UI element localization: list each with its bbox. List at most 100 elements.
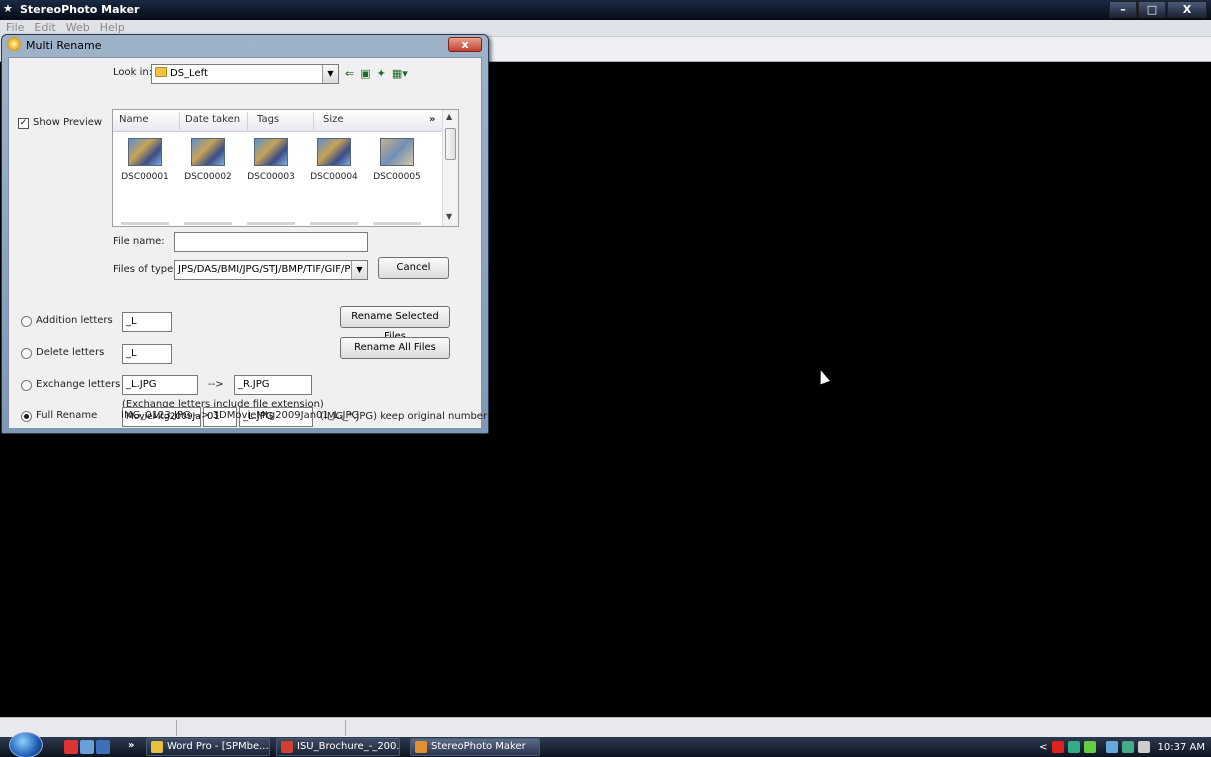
status-bar — [0, 717, 1211, 737]
tray-app-icon[interactable] — [1067, 741, 1080, 753]
files-of-type-select[interactable]: JPS/DAS/BMI/JPG/STJ/BMP/TIF/GIF/PN ▼ — [174, 260, 368, 280]
file-list[interactable]: Name Date taken Tags Size » DSC00001 DSC… — [112, 109, 459, 227]
column-separator — [313, 112, 314, 130]
column-separator — [179, 112, 180, 130]
show-preview-label: Show Preview — [33, 117, 103, 128]
file-list-header: Name Date taken Tags Size » — [113, 110, 443, 132]
photo-thumbnail — [380, 138, 414, 166]
tray-device-icon[interactable] — [1121, 741, 1134, 753]
cancel-button[interactable]: Cancel — [378, 257, 449, 279]
list-item[interactable]: DSC00005 — [373, 138, 421, 182]
folder-icon — [155, 67, 167, 77]
taskbar-button-label: StereoPhoto Maker — [431, 741, 526, 752]
thumbnail-grid: DSC00001 DSC00002 DSC00003 DSC00004 DSC0… — [121, 138, 421, 182]
column-name[interactable]: Name — [119, 114, 149, 125]
files-of-type-label: Files of type: — [113, 264, 177, 275]
delete-letters-input[interactable]: _L — [122, 344, 172, 364]
stereophoto-maker-icon — [415, 741, 427, 753]
taskbar-button-isu-brochure[interactable]: ISU_Brochure_-_200... — [276, 738, 400, 756]
rename-all-files-button[interactable]: Rename All Files — [340, 337, 450, 359]
multi-rename-dialog: Multi Rename x Look in: DS_Left ▼ ⇐ ▣ ✦ … — [1, 34, 489, 434]
file-name: DSC00004 — [310, 172, 358, 182]
taskbar-button-label: ISU_Brochure_-_200... — [297, 741, 400, 752]
exchange-letters-radio[interactable] — [21, 380, 32, 391]
photo-thumbnail — [254, 138, 288, 166]
window-controls: – □ X — [1109, 1, 1207, 19]
taskbar-button-word-pro[interactable]: Word Pro - [SPMbe... — [146, 738, 270, 756]
app-icon: ★ — [3, 2, 13, 15]
close-button[interactable]: X — [1167, 1, 1207, 18]
taskbar: » Word Pro - [SPMbe... ISU_Brochure_-_20… — [0, 732, 1211, 757]
look-in-select[interactable]: DS_Left ▼ — [151, 64, 339, 84]
look-in-value: DS_Left — [170, 68, 208, 79]
file-name: DSC00005 — [373, 172, 421, 182]
taskbar-button-label: Word Pro - [SPMbe... — [167, 741, 269, 752]
app-root: ★ StereoPhoto Maker – □ X File Edit Web … — [0, 0, 1211, 757]
scrollbar-thumb[interactable] — [445, 128, 456, 160]
photo-thumbnail — [191, 138, 225, 166]
tray-update-icon[interactable] — [1083, 741, 1096, 753]
file-name-input[interactable] — [174, 232, 368, 252]
chevron-down-icon: ▼ — [322, 65, 338, 83]
status-divider — [345, 720, 346, 736]
quick-launch-overflow-icon[interactable]: » — [128, 740, 134, 751]
rename-selected-files-button[interactable]: Rename Selected Files — [340, 306, 450, 342]
list-item[interactable]: DSC00002 — [184, 138, 232, 182]
show-preview-checkbox[interactable]: ✓ — [18, 118, 29, 129]
more-columns-icon[interactable]: » — [429, 114, 435, 125]
scroll-down-icon[interactable]: ▼ — [446, 212, 452, 221]
app-title: StereoPhoto Maker — [20, 3, 140, 16]
list-item[interactable]: DSC00004 — [310, 138, 358, 182]
look-in-label: Look in: — [113, 67, 153, 78]
delete-letters-radio[interactable] — [21, 348, 32, 359]
chevron-down-icon: ▼ — [351, 261, 367, 279]
tray-expand-icon[interactable]: < — [1039, 742, 1047, 753]
dialog-icon — [7, 37, 21, 51]
system-tray: < 10:37 AM — [1039, 740, 1205, 754]
full-rename-radio[interactable] — [21, 411, 32, 422]
exchange-from-input[interactable]: _L.JPG — [122, 375, 198, 395]
photo-thumbnail — [317, 138, 351, 166]
scroll-up-icon[interactable]: ▲ — [446, 112, 452, 121]
dialog-title: Multi Rename — [26, 39, 102, 52]
partial-row — [121, 222, 421, 225]
addition-letters-label: Addition letters — [36, 315, 113, 326]
taskbar-button-stereophoto-maker[interactable]: StereoPhoto Maker — [410, 738, 540, 756]
tray-network-icon[interactable] — [1105, 741, 1118, 753]
maximize-button[interactable]: □ — [1138, 1, 1166, 18]
file-name-label: File name: — [113, 236, 165, 247]
tray-antivirus-icon[interactable] — [1051, 741, 1064, 753]
up-folder-icon[interactable]: ▣ — [360, 67, 370, 80]
column-date-taken[interactable]: Date taken — [185, 114, 240, 125]
view-menu-icon[interactable]: ▦▾ — [392, 67, 408, 80]
new-folder-icon[interactable]: ✦ — [377, 67, 386, 80]
list-item[interactable]: DSC00001 — [121, 138, 169, 182]
exchange-arrow: --> — [208, 379, 224, 390]
app-titlebar: ★ StereoPhoto Maker – □ X — [0, 0, 1211, 20]
file-name: DSC00002 — [184, 172, 232, 182]
file-name: DSC00001 — [121, 172, 169, 182]
exchange-to-input[interactable]: _R.JPG — [234, 375, 312, 395]
start-button[interactable] — [9, 732, 43, 757]
files-of-type-value: JPS/DAS/BMI/JPG/STJ/BMP/TIF/GIF/PN — [178, 264, 358, 275]
show-desktop-icon[interactable] — [80, 740, 94, 754]
status-divider — [176, 720, 177, 736]
list-item[interactable]: DSC00003 — [247, 138, 295, 182]
volume-icon[interactable] — [1137, 741, 1150, 753]
navigation-toolbar: ⇐ ▣ ✦ ▦▾ — [345, 67, 408, 80]
minimize-button[interactable]: – — [1109, 1, 1137, 18]
column-tags[interactable]: Tags — [257, 114, 279, 125]
column-separator — [247, 112, 248, 130]
full-rename-label: Full Rename — [36, 410, 98, 421]
dialog-close-button[interactable]: x — [448, 37, 482, 52]
addition-letters-radio[interactable] — [21, 316, 32, 327]
switch-windows-icon[interactable] — [96, 740, 110, 754]
rename-example: IMG_0123.JPG --> 3DMovieMtg2009Jan01_L.J… — [121, 410, 360, 421]
file-list-scrollbar[interactable]: ▲ ▼ — [442, 110, 458, 226]
back-icon[interactable]: ⇐ — [345, 67, 354, 80]
document-icon — [281, 741, 293, 753]
column-size[interactable]: Size — [323, 114, 344, 125]
clock[interactable]: 10:37 AM — [1158, 742, 1205, 753]
quick-launch-icon[interactable] — [64, 740, 78, 754]
addition-letters-input[interactable]: _L — [122, 312, 172, 332]
